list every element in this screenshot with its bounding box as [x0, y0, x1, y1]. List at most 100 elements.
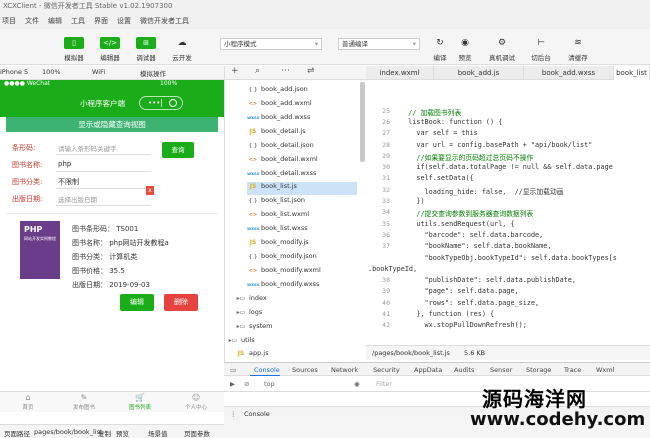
params-label[interactable]: 页面参数 [184, 428, 210, 438]
mode-select[interactable]: 小程序模式 [220, 38, 322, 50]
date-picker[interactable]: 选择出版日期 [58, 194, 97, 204]
tab-console[interactable]: Console [254, 366, 280, 374]
code-icon: </> [100, 37, 120, 49]
editor-tab[interactable]: book_add.wxss [524, 66, 614, 80]
file-item[interactable]: { } book_list.json [247, 196, 305, 209]
more-icon[interactable]: ••• [148, 97, 160, 109]
backend-label: 切后台 [531, 54, 551, 62]
search-icon[interactable]: ⌕ [255, 66, 260, 76]
editor-tab[interactable]: index.wxml [366, 66, 434, 80]
file-item[interactable]: wxss book_list.wxss [247, 224, 308, 237]
capsule-menu[interactable]: ••• [139, 96, 183, 110]
tab-publish[interactable]: ✎ 发布图书 [56, 392, 112, 412]
real-debug-button[interactable]: ⚙ 真机调试 [486, 37, 518, 62]
copy-link[interactable]: 复制 [98, 428, 111, 438]
home-icon: ⌂ [25, 393, 31, 402]
drawer-console-tab[interactable]: Console [244, 410, 270, 418]
code-line: // 加载图书列表 [400, 108, 462, 117]
devtools-icon[interactable]: ▭ [230, 366, 236, 374]
editor-tab[interactable]: book_add.js [434, 66, 524, 80]
simulator-button[interactable]: ▯ 模拟器 [58, 37, 90, 62]
tab-profile[interactable]: ☺ 个人中心 [168, 392, 224, 412]
edit-button[interactable]: 编辑 [120, 294, 154, 311]
debugger-button[interactable]: ⊞ 调试器 [130, 37, 162, 62]
tab-audits[interactable]: Audits [454, 366, 474, 374]
folder-item[interactable]: ▸▭ logs [235, 308, 263, 321]
book-list-item[interactable]: PHP 网站开发实例教程 图书条形码： TS001 图书名称： php网站开发教… [6, 214, 218, 324]
booktype-picker[interactable]: 不限制 [58, 177, 79, 187]
preview-link[interactable]: 预览 [116, 428, 129, 438]
tab-sources[interactable]: Sources [292, 366, 318, 374]
network-select[interactable]: WiFi [92, 68, 105, 76]
folder-item[interactable]: ▸▭ utils [227, 336, 255, 349]
eye-icon[interactable]: ◉ [354, 380, 360, 388]
backend-button[interactable]: ⊢ 切后台 [525, 37, 557, 62]
collapse-icon[interactable]: ⇌ [307, 66, 315, 76]
delete-button[interactable]: 删除 [164, 294, 198, 311]
file-item-selected[interactable]: JS book_list.js [247, 182, 357, 195]
add-file-icon[interactable]: + [231, 66, 239, 76]
file-item[interactable]: JS book_modify.js [247, 238, 309, 251]
clear-date-button[interactable]: x [146, 186, 154, 195]
file-item[interactable]: wxss book_modify.wxss [247, 280, 319, 293]
file-item[interactable]: { } book_add.json [247, 85, 308, 98]
tab-wxml[interactable]: Wxml [596, 366, 614, 374]
tab-booklist[interactable]: 🛒 图书列表 [112, 392, 168, 412]
bookname-input[interactable]: php [58, 160, 71, 168]
toggle-query-banner[interactable]: 显示或隐藏查询视图 [6, 117, 218, 132]
menu-edit[interactable]: 编辑 [48, 16, 62, 26]
file-item[interactable]: { } book_detail.json [247, 141, 314, 154]
file-item[interactable]: JS app.js [235, 349, 269, 362]
phone-status-bar: ●●●● WeChat 100% [0, 80, 224, 90]
barcode-input[interactable]: 请输入条形码关键字 [58, 143, 117, 153]
code-editor[interactable]: 25 // 加载图书列表 26 listBook: function () {27… [366, 80, 650, 345]
tab-security[interactable]: Security [373, 366, 400, 374]
clear-icon[interactable]: ⊘ [244, 380, 249, 388]
filter-input[interactable]: Filter [376, 380, 392, 388]
tree-scrollbar[interactable] [360, 82, 365, 162]
preview-button[interactable]: ◉ 预览 [449, 37, 481, 62]
file-item[interactable]: <> book_detail.wxml [247, 155, 318, 168]
code-line: }) [400, 197, 425, 205]
compile-select[interactable]: 普通编译 [338, 38, 420, 50]
code-line: self.setData({ [400, 174, 474, 183]
cloud-label: 云开发 [172, 54, 192, 62]
drawer-menu-icon[interactable]: ⋮ [230, 410, 237, 418]
line-number: 34 [382, 208, 390, 217]
ops-select[interactable]: 模拟操作 [140, 68, 166, 78]
tab-home[interactable]: ⌂ 首页 [0, 392, 56, 412]
cloud-button[interactable]: ☁ 云开发 [166, 37, 198, 62]
file-item[interactable]: <> book_list.wxml [247, 210, 309, 223]
menu-file[interactable]: 文件 [25, 16, 39, 26]
tab-network[interactable]: Network [331, 366, 358, 374]
context-select[interactable]: top [264, 380, 275, 388]
file-item[interactable]: wxss book_add.wxss [247, 113, 310, 126]
menu-view[interactable]: 界面 [94, 16, 108, 26]
tab-sensor[interactable]: Sensor [490, 366, 512, 374]
editor-tab-active[interactable]: book_list [614, 66, 650, 80]
folder-item[interactable]: ▸▭ index [235, 294, 267, 307]
tab-appdata[interactable]: AppData [414, 366, 442, 374]
scene-label[interactable]: 场景值 [148, 428, 168, 438]
menu-tools[interactable]: 工具 [71, 16, 85, 26]
menu-settings[interactable]: 设置 [117, 16, 131, 26]
file-item[interactable]: <> book_add.wxml [247, 99, 312, 112]
file-item[interactable]: { } book_modify.json [247, 252, 317, 265]
tab-trace[interactable]: Trace [564, 366, 581, 374]
folder-item[interactable]: ▸▭ system [235, 322, 273, 335]
file-item[interactable]: wxss book_detail.wxss [247, 169, 316, 182]
editor-button[interactable]: </> 编辑器 [94, 37, 126, 62]
play-icon[interactable]: ▶ [230, 380, 235, 388]
more-icon[interactable]: ⋯ [281, 66, 290, 76]
clear-cache-button[interactable]: ≋ 清缓存 [562, 37, 594, 62]
menu-devtools[interactable]: 微信开发者工具 [140, 16, 189, 26]
file-item[interactable]: <> book_modify.wxml [247, 266, 321, 279]
close-mini-icon[interactable] [169, 99, 177, 107]
tab-storage[interactable]: Storage [526, 366, 551, 374]
zoom-select[interactable]: 100% [42, 68, 61, 76]
menu-project[interactable]: 项目 [2, 16, 16, 26]
phone-navbar: 小程序客户端 ••• [0, 90, 224, 117]
file-item[interactable]: JS book_detail.js [247, 127, 306, 140]
window-titlebar: XCXClient - 微信开发者工具 Stable v1.02.1907300 [0, 0, 650, 12]
device-select[interactable]: iPhone 5 [0, 68, 28, 76]
